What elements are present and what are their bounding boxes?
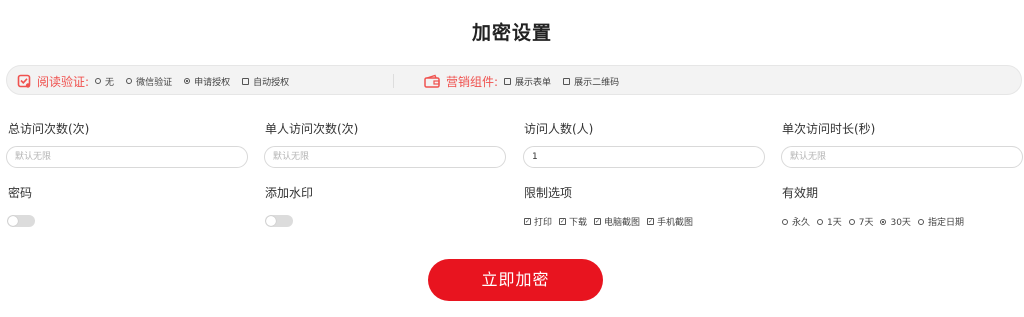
radio-icon[interactable] <box>917 218 924 225</box>
visitors-input[interactable] <box>523 146 765 168</box>
checkbox-icon[interactable] <box>504 77 512 85</box>
checkbox-icon[interactable] <box>242 77 250 85</box>
watermark-toggle[interactable] <box>265 215 293 227</box>
checkbox-checked-icon[interactable]: ✓ <box>647 218 655 225</box>
total-visits-label: 总访问次数(次) <box>8 122 90 136</box>
option-label: 自动授权 <box>253 77 290 88</box>
radio-selected-icon[interactable] <box>184 78 191 84</box>
page-title: 加密设置 <box>471 22 552 44</box>
option-label: 30天 <box>890 218 911 228</box>
marketing-group: 营销组件: 展示表单 展示二维码 <box>424 66 631 96</box>
validity-custom-date-radio[interactable]: 指定日期 <box>917 215 964 228</box>
option-label: 指定日期 <box>927 218 964 228</box>
single-duration-label: 单次访问时长(秒) <box>782 122 876 136</box>
show-qrcode-checkbox[interactable]: 展示二维码 <box>563 75 619 88</box>
option-label: 7天 <box>858 218 874 228</box>
restrictions-options: ✓ 打印 ✓ 下载 ✓ 电脑截图 ✓ 手机截图 <box>524 215 700 228</box>
single-visits-input[interactable] <box>264 146 506 168</box>
checkbox-checked-icon[interactable]: ✓ <box>524 218 531 225</box>
option-label: 1天 <box>827 218 842 228</box>
password-label: 密码 <box>8 186 33 200</box>
single-duration-input[interactable] <box>781 146 1023 168</box>
option-label: 下载 <box>569 218 588 228</box>
validity-30day-radio[interactable]: 30天 <box>880 215 911 228</box>
radio-icon[interactable] <box>126 78 133 84</box>
option-label: 无 <box>105 77 115 88</box>
toggle-knob <box>266 216 276 226</box>
validity-label: 有效期 <box>782 186 819 200</box>
checkbox-checked-icon[interactable]: ✓ <box>594 218 602 225</box>
restrict-print-checkbox[interactable]: ✓ 打印 <box>524 215 552 228</box>
wallet-icon <box>424 74 440 88</box>
shield-check-icon <box>17 74 31 88</box>
restrictions-label: 限制选项 <box>524 186 573 200</box>
radio-icon[interactable] <box>848 218 855 225</box>
option-label: 展示表单 <box>515 77 552 88</box>
option-label: 展示二维码 <box>574 77 620 88</box>
restrict-mobile-screenshot-checkbox[interactable]: ✓ 手机截图 <box>647 215 693 228</box>
validity-7day-radio[interactable]: 7天 <box>848 215 874 228</box>
options-toolbar: 阅读验证: 无 微信验证 申请授权 自动授权 营销组件: 展示表单 展示二维码 <box>6 65 1022 95</box>
single-visits-label: 单人访问次数(次) <box>265 122 359 136</box>
visitors-label: 访问人数(人) <box>524 122 594 136</box>
option-label: 电脑截图 <box>604 218 641 228</box>
marketing-label: 营销组件: <box>446 74 499 89</box>
watermark-label: 添加水印 <box>265 186 314 200</box>
checkbox-icon[interactable] <box>563 77 571 85</box>
read-verify-group: 阅读验证: 无 微信验证 申请授权 自动授权 <box>17 66 301 96</box>
read-verify-option-none[interactable]: 无 <box>95 75 114 88</box>
read-verify-option-apply[interactable]: 申请授权 <box>184 75 230 88</box>
toggle-knob <box>8 216 18 226</box>
radio-selected-icon[interactable] <box>880 218 887 225</box>
radio-icon[interactable] <box>817 218 824 225</box>
radio-icon[interactable] <box>95 78 102 84</box>
option-label: 永久 <box>792 218 811 228</box>
password-toggle[interactable] <box>7 215 35 227</box>
option-label: 申请授权 <box>194 77 231 88</box>
restrict-download-checkbox[interactable]: ✓ 下载 <box>559 215 587 228</box>
validity-1day-radio[interactable]: 1天 <box>817 215 842 228</box>
option-label: 微信验证 <box>136 77 173 88</box>
total-visits-input[interactable] <box>6 146 248 168</box>
auto-auth-checkbox[interactable]: 自动授权 <box>242 75 289 88</box>
validity-options: 永久 1天 7天 30天 指定日期 <box>782 215 971 228</box>
option-label: 打印 <box>534 218 553 228</box>
read-verify-option-wechat[interactable]: 微信验证 <box>126 75 172 88</box>
option-label: 手机截图 <box>657 218 694 228</box>
checkbox-checked-icon[interactable]: ✓ <box>559 218 567 225</box>
toolbar-divider <box>393 74 394 88</box>
read-verify-label: 阅读验证: <box>37 74 90 89</box>
restrict-pc-screenshot-checkbox[interactable]: ✓ 电脑截图 <box>594 215 640 228</box>
radio-icon[interactable] <box>782 218 788 225</box>
validity-forever-radio[interactable]: 永久 <box>782 215 810 228</box>
encrypt-now-button[interactable]: 立即加密 <box>428 259 603 301</box>
show-form-checkbox[interactable]: 展示表单 <box>504 75 551 88</box>
